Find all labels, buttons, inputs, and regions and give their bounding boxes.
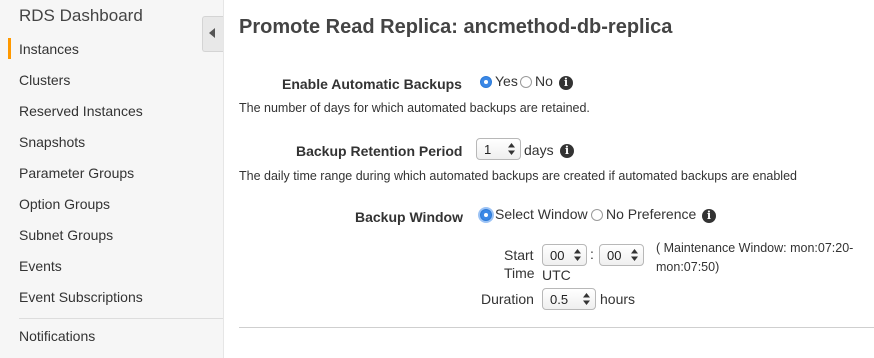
updown-arrows-icon xyxy=(574,249,581,261)
backups-no-label[interactable]: No xyxy=(535,73,553,89)
backups-yes-radio[interactable] xyxy=(480,76,492,88)
backups-label: Enable Automatic Backups xyxy=(282,76,462,92)
info-icon[interactable]: i xyxy=(560,144,574,158)
duration-value: 0.5 xyxy=(550,292,569,307)
collapse-sidebar-button[interactable] xyxy=(202,16,223,52)
sidebar-item-instances[interactable]: Instances xyxy=(8,38,79,59)
start-hour-value: 00 xyxy=(550,248,565,263)
maintenance-window-text-end: mon:07:50) xyxy=(656,260,720,274)
duration-label: Duration xyxy=(481,291,534,307)
no-preference-radio[interactable] xyxy=(591,209,603,221)
start-label: Start xyxy=(504,247,534,263)
sidebar-item-notifications[interactable]: Notifications xyxy=(19,328,95,344)
select-window-label[interactable]: Select Window xyxy=(495,206,588,222)
backups-no-radio[interactable] xyxy=(520,76,532,88)
sidebar-item-events[interactable]: Events xyxy=(19,258,62,274)
info-icon[interactable]: i xyxy=(702,209,716,223)
info-icon[interactable]: i xyxy=(559,76,573,90)
retention-label: Backup Retention Period xyxy=(296,143,463,159)
updown-arrows-icon xyxy=(631,249,638,261)
sidebar-item-clusters[interactable]: Clusters xyxy=(19,72,70,88)
duration-select[interactable]: 0.5 xyxy=(542,288,596,310)
sidebar: RDS Dashboard Instances Clusters Reserve… xyxy=(0,0,224,358)
sidebar-title[interactable]: RDS Dashboard xyxy=(19,6,143,26)
retention-select[interactable]: 1 xyxy=(476,138,521,160)
maintenance-window-text: ( Maintenance Window: mon:07:20- xyxy=(656,241,854,255)
sidebar-item-option-groups[interactable]: Option Groups xyxy=(19,196,110,212)
start-minute-select[interactable]: 00 xyxy=(599,244,644,266)
no-preference-label[interactable]: No Preference xyxy=(606,206,696,222)
retention-help-text: The daily time range during which automa… xyxy=(239,169,797,183)
time-label: Time xyxy=(504,265,535,281)
start-hour-select[interactable]: 00 xyxy=(542,244,587,266)
sidebar-item-subnet-groups[interactable]: Subnet Groups xyxy=(19,227,113,243)
select-window-radio[interactable] xyxy=(480,209,492,221)
sidebar-divider xyxy=(19,318,223,319)
backups-help-text: The number of days for which automated b… xyxy=(239,101,590,115)
updown-arrows-icon xyxy=(583,293,590,305)
backup-window-label: Backup Window xyxy=(355,209,463,225)
sidebar-item-event-subscriptions[interactable]: Event Subscriptions xyxy=(19,289,143,305)
sidebar-item-reserved-instances[interactable]: Reserved Instances xyxy=(19,103,143,119)
chevron-left-icon xyxy=(209,28,215,38)
page-title: Promote Read Replica: ancmethod-db-repli… xyxy=(239,16,673,38)
duration-unit: hours xyxy=(600,291,636,307)
section-divider xyxy=(239,327,874,328)
sidebar-item-parameter-groups[interactable]: Parameter Groups xyxy=(19,165,134,181)
retention-value: 1 xyxy=(484,142,492,157)
start-minute-value: 00 xyxy=(607,248,622,263)
sidebar-item-snapshots[interactable]: Snapshots xyxy=(19,134,85,150)
updown-arrows-icon xyxy=(508,143,515,155)
timezone-label: UTC xyxy=(542,267,571,283)
main-content: Promote Read Replica: ancmethod-db-repli… xyxy=(224,0,874,358)
retention-unit: days xyxy=(524,142,554,158)
backups-yes-label[interactable]: Yes xyxy=(495,73,518,89)
time-colon: : xyxy=(590,246,594,262)
